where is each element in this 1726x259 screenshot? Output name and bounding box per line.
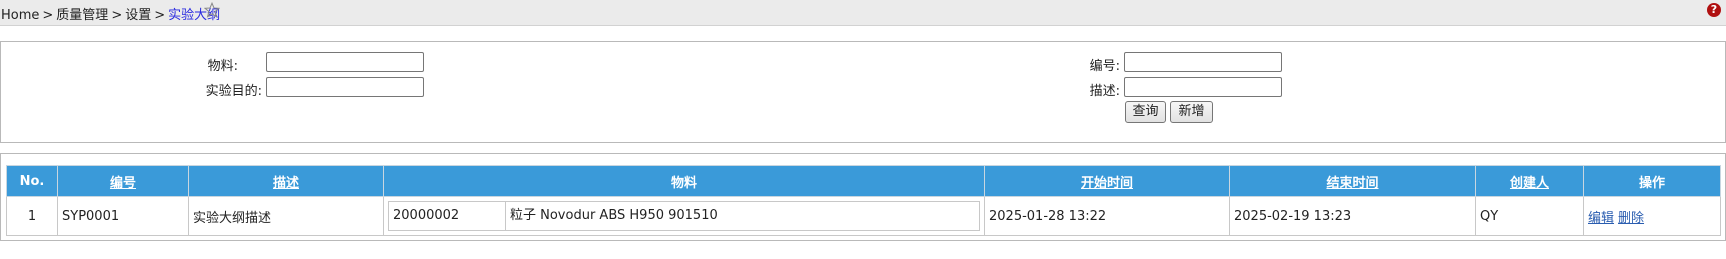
breadcrumb-quality-management[interactable]: 质量管理 [56, 8, 108, 23]
column-header-material: 物料 [383, 165, 985, 197]
cell-end-time: 2025-02-19 13:23 [1229, 196, 1476, 236]
breadcrumb-separator: > [111, 8, 123, 23]
material-name: 粒子 Novodur ABS H950 901510 [510, 208, 718, 223]
material-code: 20000002 [389, 202, 506, 230]
cell-creator: QY [1475, 196, 1584, 236]
results-table: No. 编号 描述 物料 开始时间 结束时间 创建人 操作 1 SYP0001 … [6, 165, 1721, 236]
add-button[interactable]: 新增 [1170, 101, 1213, 123]
column-header-end-time[interactable]: 结束时间 [1229, 165, 1476, 197]
description-label: 描述: [1089, 84, 1120, 99]
search-panel: 物料: 实验目的: 编号: 描述: 查询 新增 [0, 41, 1726, 143]
column-header-start-time[interactable]: 开始时间 [984, 165, 1230, 197]
breadcrumb: Home > 质量管理 > 设置 > 实验大纲 [1, 4, 220, 23]
column-header-code-label[interactable]: 编号 [110, 176, 136, 191]
column-header-description-label[interactable]: 描述 [273, 176, 299, 191]
column-header-creator-label[interactable]: 创建人 [1510, 176, 1549, 191]
column-header-actions: 操作 [1583, 165, 1721, 197]
breadcrumb-separator: > [154, 8, 166, 23]
cell-actions: 编辑 删除 [1583, 196, 1721, 236]
material-input[interactable] [266, 52, 424, 72]
description-input[interactable] [1124, 77, 1282, 97]
star-outline-icon[interactable] [204, 2, 220, 18]
cell-no: 1 [6, 196, 58, 236]
column-header-end-time-label[interactable]: 结束时间 [1326, 176, 1378, 191]
cell-description: 实验大纲描述 [188, 196, 384, 236]
code-input[interactable] [1124, 52, 1282, 72]
column-header-creator[interactable]: 创建人 [1475, 165, 1584, 197]
purpose-label: 实验目的: [205, 84, 262, 99]
column-header-no: No. [6, 165, 58, 197]
edit-link[interactable]: 编辑 [1588, 211, 1614, 226]
purpose-input[interactable] [266, 77, 424, 97]
column-header-start-time-label[interactable]: 开始时间 [1081, 176, 1133, 191]
cell-code: SYP0001 [57, 196, 189, 236]
help-icon[interactable]: ? [1707, 3, 1721, 17]
material-label: 物料: [207, 59, 238, 74]
table-header-row: No. 编号 描述 物料 开始时间 结束时间 创建人 操作 [6, 165, 1721, 197]
breadcrumb-home[interactable]: Home [1, 8, 39, 23]
table-row: 1 SYP0001 实验大纲描述 20000002 粒子 Novodur ABS… [6, 196, 1721, 236]
cell-material: 20000002 粒子 Novodur ABS H950 901510 [383, 196, 985, 236]
column-header-description[interactable]: 描述 [188, 165, 384, 197]
code-label: 编号: [1089, 59, 1120, 74]
top-bar: Home > 质量管理 > 设置 > 实验大纲 ? [0, 0, 1726, 26]
cell-start-time: 2025-01-28 13:22 [984, 196, 1230, 236]
list-panel: No. 编号 描述 物料 开始时间 结束时间 创建人 操作 1 SYP0001 … [0, 153, 1726, 241]
query-button[interactable]: 查询 [1125, 101, 1166, 123]
delete-link[interactable]: 删除 [1618, 211, 1644, 226]
breadcrumb-settings[interactable]: 设置 [125, 8, 151, 23]
breadcrumb-separator: > [42, 8, 54, 23]
material-subtable: 20000002 粒子 Novodur ABS H950 901510 [388, 201, 980, 231]
column-header-code[interactable]: 编号 [57, 165, 189, 197]
